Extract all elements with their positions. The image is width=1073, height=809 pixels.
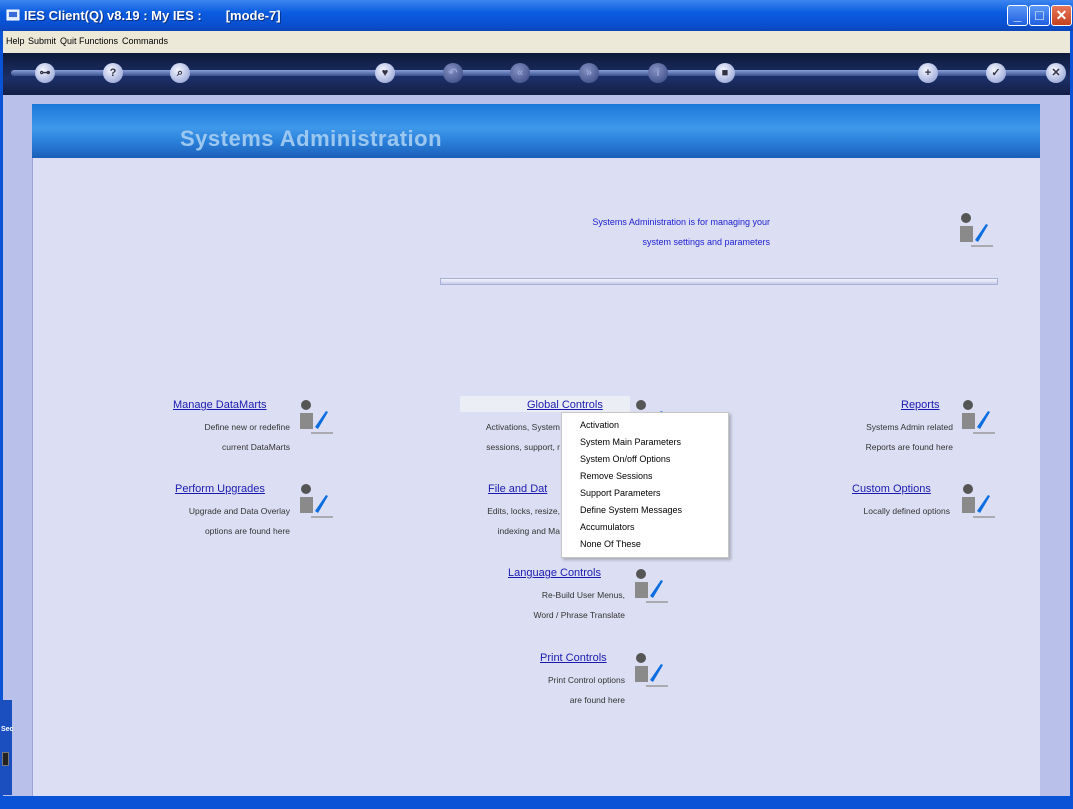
menu-submit[interactable]: Submit <box>28 36 56 46</box>
advisor-icon <box>962 400 995 434</box>
perform-upgrades-link[interactable]: Perform Upgrades <box>175 483 265 495</box>
language-controls-desc: Re-Build User Menus, Word / Phrase Trans… <box>460 585 626 625</box>
reports-desc: Systems Admin related Reports are found … <box>790 417 953 457</box>
new-icon[interactable]: + <box>918 63 938 83</box>
global-desc-line-1: Activations, System <box>485 422 560 432</box>
help-icon[interactable]: ? <box>103 63 123 83</box>
file-and-data-link[interactable]: File and Dat <box>488 483 547 495</box>
left-dock[interactable]: Sec <box>0 700 14 795</box>
custom-desc-line-1: Locally defined options <box>863 506 950 516</box>
intro-line-1: Systems Administration is for managing y… <box>592 217 770 227</box>
advisor-icon <box>635 653 668 687</box>
menu-quit[interactable]: Quit <box>60 36 77 46</box>
close-icon: ✕ <box>1055 7 1068 23</box>
menu-functions[interactable]: Functions <box>79 36 118 46</box>
book-icon[interactable] <box>2 752 9 766</box>
stop-icon[interactable]: ■ <box>715 63 735 83</box>
advisor-icon <box>300 400 333 434</box>
reports-link[interactable]: Reports <box>901 399 940 411</box>
upgrades-desc-line-1: Upgrade and Data Overlay <box>188 506 290 516</box>
info-icon[interactable]: i <box>648 63 668 83</box>
language-desc-line-2: Word / Phrase Translate <box>533 610 626 620</box>
file-and-data-desc: Edits, locks, resize, indexing and Ma <box>400 501 560 541</box>
app-window: IES Client(Q) v8.19 : My IES : [mode-7] _… <box>0 0 1073 809</box>
filedata-desc-line-1: Edits, locks, resize, <box>487 506 560 516</box>
close-icon[interactable]: ✕ <box>1046 63 1066 83</box>
global-controls-menu: Activation System Main Parameters System… <box>561 412 729 558</box>
manage-datamarts-desc: Define new or redefine current DataMarts <box>130 417 290 457</box>
menu-item-system-onoff-options[interactable]: System On/off Options <box>580 454 670 464</box>
page-title: Systems Administration <box>180 126 443 151</box>
filedata-desc-line-2: indexing and Ma <box>497 526 560 536</box>
custom-options-desc: Locally defined options <box>790 501 950 521</box>
reports-desc-line-2: Reports are found here <box>865 442 953 452</box>
menu-commands[interactable]: Commands <box>122 36 168 46</box>
menu-item-system-main-parameters[interactable]: System Main Parameters <box>580 437 681 447</box>
header-banner: Systems Administration <box>32 104 1040 158</box>
perform-upgrades-desc: Upgrade and Data Overlay options are fou… <box>120 501 290 541</box>
manage-desc-line-1: Define new or redefine <box>204 422 290 432</box>
menu-item-accumulators[interactable]: Accumulators <box>580 522 635 532</box>
reports-desc-line-1: Systems Admin related <box>866 422 953 432</box>
manage-desc-line-2: current DataMarts <box>221 442 290 452</box>
print-controls-link[interactable]: Print Controls <box>540 652 607 664</box>
undo-icon[interactable]: ↶ <box>443 63 463 83</box>
minimize-icon: _ <box>1013 7 1022 23</box>
print-desc-line-1: Print Control options <box>547 675 625 685</box>
window-bottom-border <box>3 796 1070 806</box>
ok-icon[interactable]: ✓ <box>986 63 1006 83</box>
custom-options-link[interactable]: Custom Options <box>852 483 931 495</box>
menu-item-none-of-these[interactable]: None Of These <box>580 539 641 549</box>
advisor-icon <box>300 484 333 518</box>
menu-item-support-parameters[interactable]: Support Parameters <box>580 488 661 498</box>
menu-bar: Help Submit Quit Functions Commands <box>3 31 1070 53</box>
menu-help[interactable]: Help <box>6 36 25 46</box>
global-controls-link[interactable]: Global Controls <box>527 399 603 411</box>
language-controls-link[interactable]: Language Controls <box>508 567 601 579</box>
menu-item-activation[interactable]: Activation <box>580 420 619 430</box>
advisor-icon <box>960 213 993 247</box>
dock-label: Sec <box>1 726 14 733</box>
manage-datamarts-link[interactable]: Manage DataMarts <box>173 399 267 411</box>
menu-item-define-system-messages[interactable]: Define System Messages <box>580 505 682 515</box>
toolbar-track <box>11 70 1063 76</box>
minimize-button[interactable]: _ <box>1007 5 1028 26</box>
heart-icon[interactable]: ♥ <box>375 63 395 83</box>
key-icon[interactable]: ⊶ <box>35 63 55 83</box>
search-icon[interactable]: ⌕ <box>170 63 190 83</box>
advisor-icon <box>635 569 668 603</box>
global-desc-line-2: sessions, support, r <box>486 442 560 452</box>
app-icon <box>6 9 20 21</box>
language-desc-line-1: Re-Build User Menus, <box>541 590 625 600</box>
rewind-icon[interactable]: « <box>510 63 530 83</box>
upgrades-desc-line-2: options are found here <box>204 526 290 536</box>
global-controls-desc: Activations, System sessions, support, r <box>420 417 560 457</box>
window-title: IES Client(Q) v8.19 : My IES : [mode-7] <box>24 8 281 23</box>
maximize-icon: □ <box>1035 7 1044 23</box>
intro-text: Systems Administration is for managing y… <box>470 212 770 252</box>
print-desc-line-2: are found here <box>569 695 625 705</box>
close-button[interactable]: ✕ <box>1051 5 1072 26</box>
menu-item-remove-sessions[interactable]: Remove Sessions <box>580 471 653 481</box>
toolbar: ⊶ ? ⌕ ♥ ↶ « » i ■ + ✓ ✕ <box>3 53 1070 95</box>
forward-icon[interactable]: » <box>579 63 599 83</box>
maximize-button[interactable]: □ <box>1029 5 1050 26</box>
separator-bar <box>440 278 998 285</box>
advisor-icon <box>962 484 995 518</box>
print-controls-desc: Print Control options are found here <box>460 670 625 710</box>
title-bar[interactable]: IES Client(Q) v8.19 : My IES : [mode-7] _… <box>0 0 1073 31</box>
intro-line-2: system settings and parameters <box>642 237 770 247</box>
